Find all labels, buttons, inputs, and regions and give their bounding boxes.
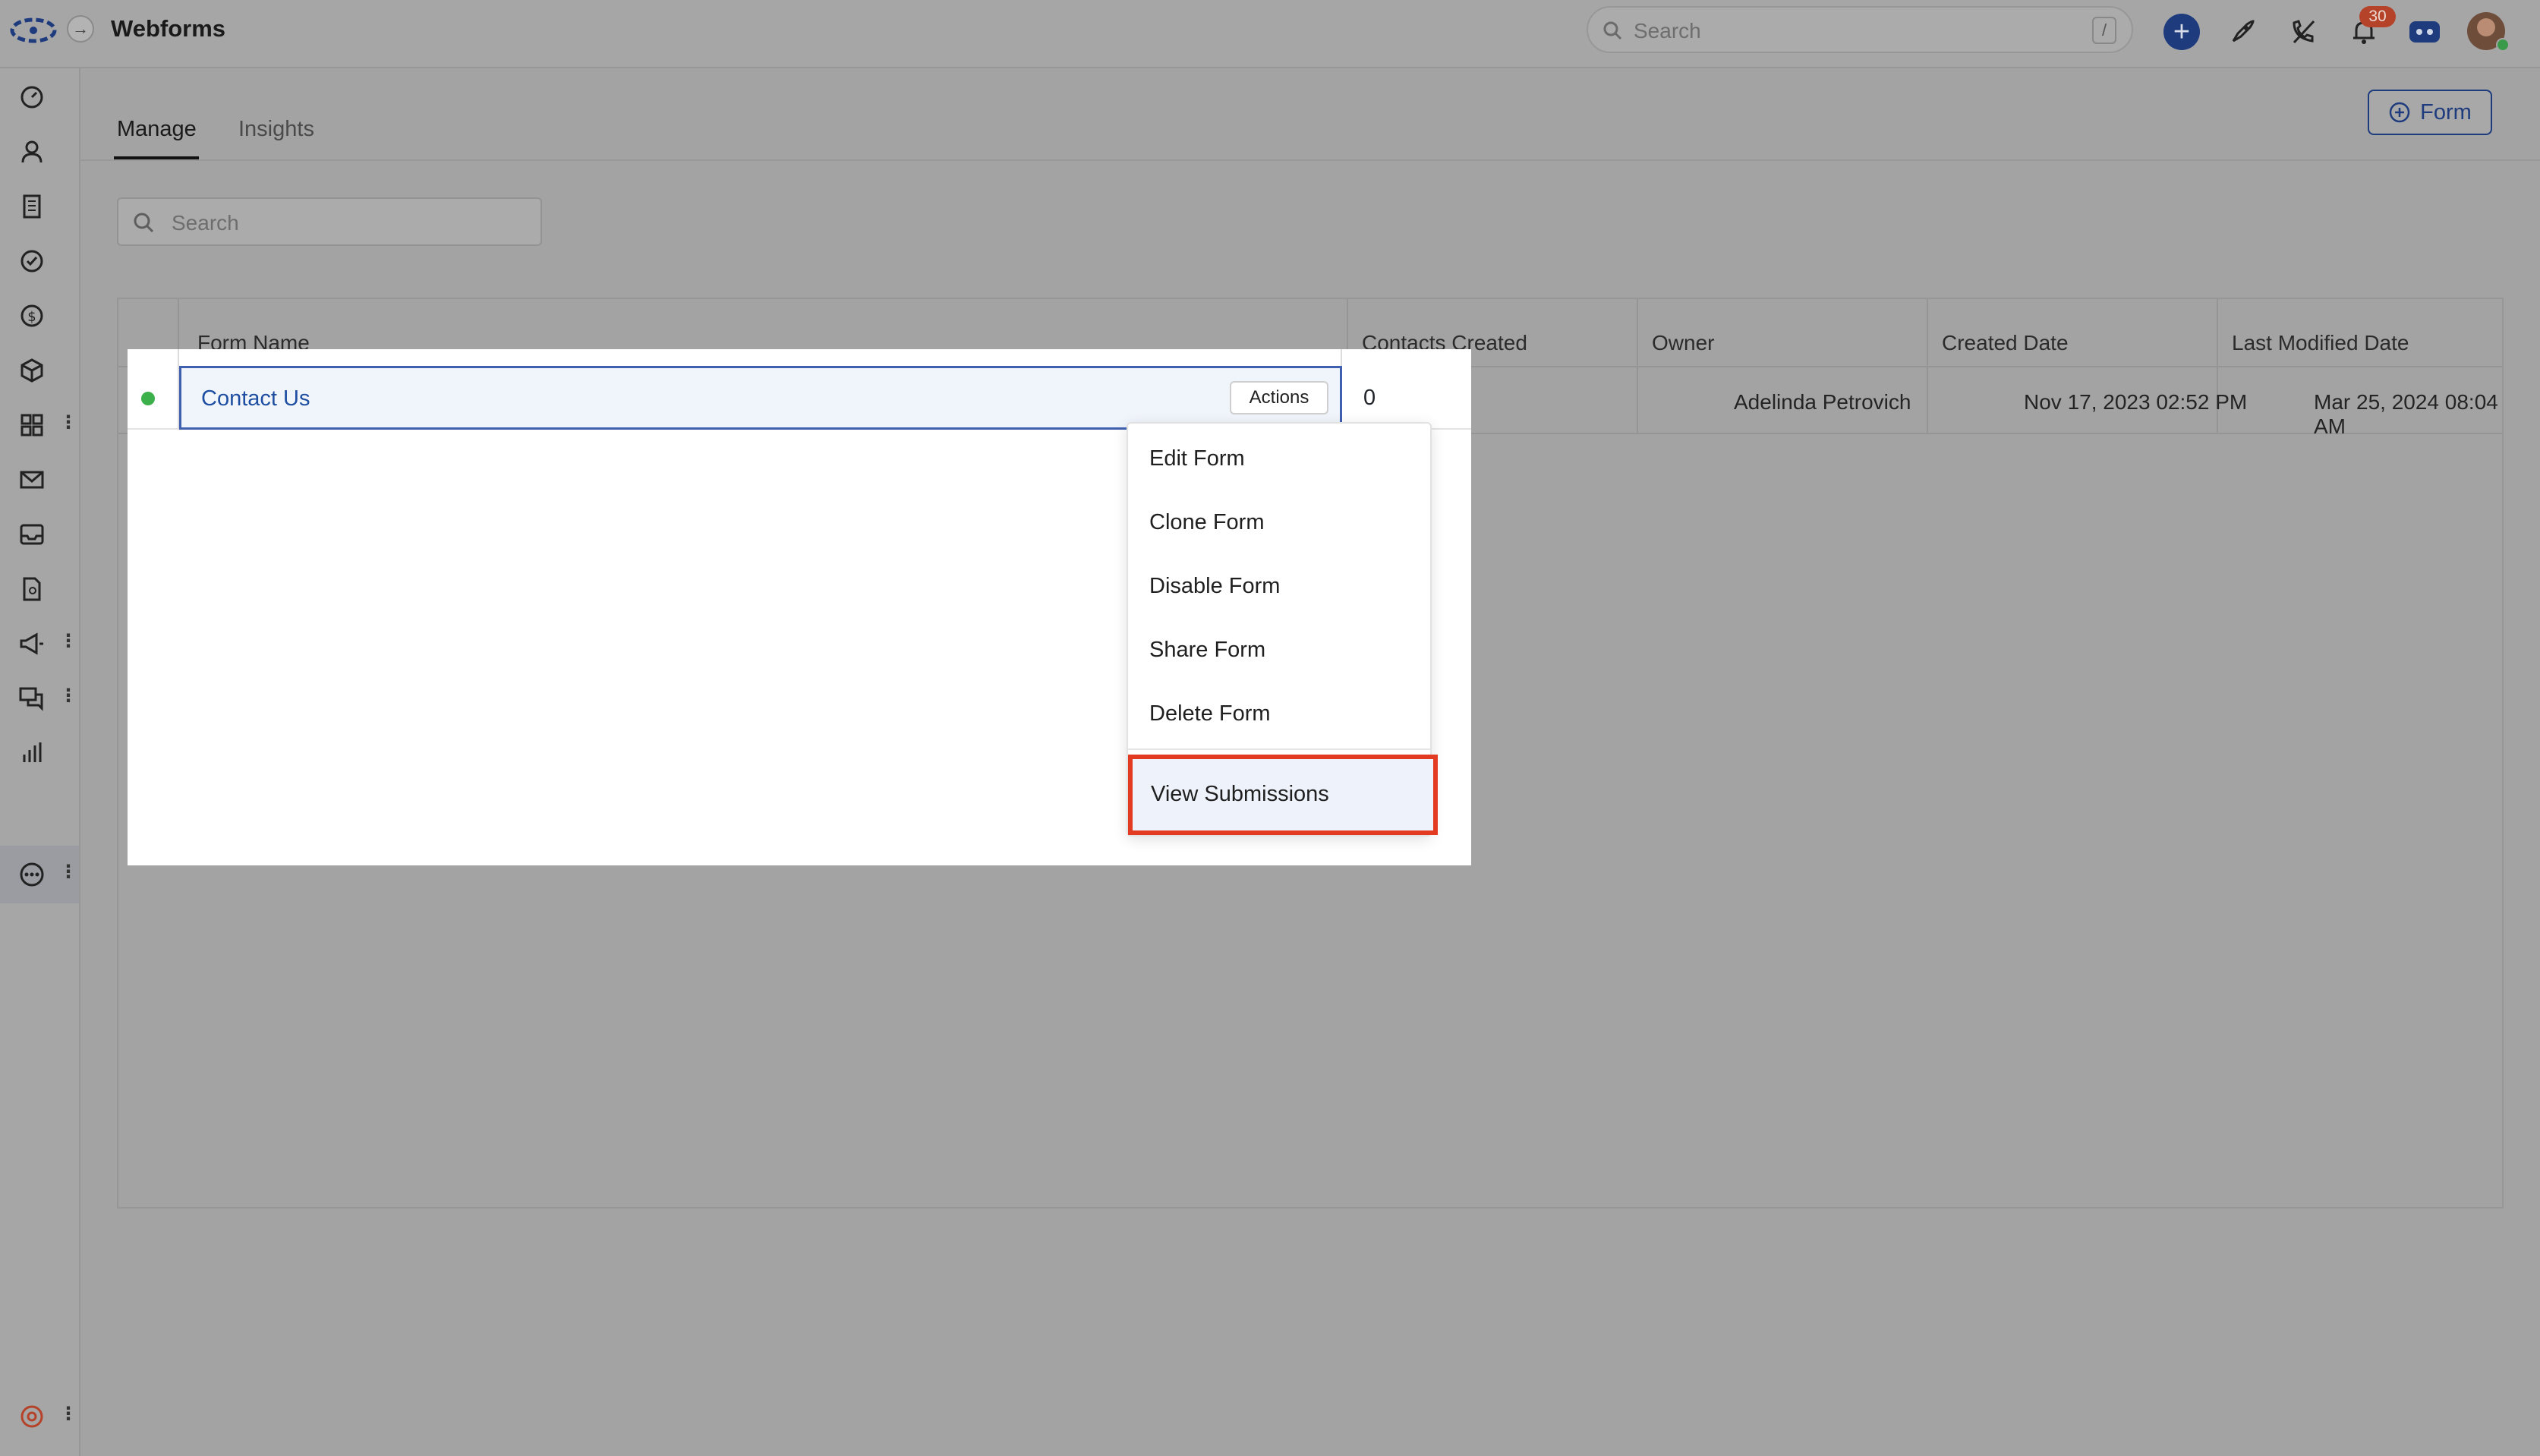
arrow-right-icon: → (72, 19, 89, 38)
new-form-label: Form (2420, 99, 2472, 124)
documents-icon[interactable] (17, 574, 47, 604)
menu-item-disable-form[interactable]: Disable Form (1149, 574, 1280, 599)
campaigns-more-icon[interactable]: ⋮ (59, 630, 77, 653)
expand-sidebar-button[interactable]: → (67, 15, 94, 43)
phone-icon[interactable] (2285, 14, 2321, 50)
campaigns-icon[interactable] (17, 629, 47, 659)
apps-icon[interactable] (17, 410, 47, 440)
top-bar: → Webforms Search / + 30 (0, 0, 2540, 68)
app-logo[interactable] (9, 14, 58, 47)
status-active-dot (141, 392, 155, 405)
column-header-last-modified-date[interactable]: Last Modified Date (2232, 301, 2409, 366)
settings-more-icon[interactable]: ⋮ (59, 1403, 77, 1426)
dashboard-icon[interactable] (17, 82, 47, 112)
chat-more-icon[interactable]: ⋮ (59, 685, 77, 708)
search-icon (1603, 21, 1622, 40)
tasks-icon[interactable] (17, 246, 47, 276)
more-apps-icon[interactable] (17, 859, 47, 890)
menu-divider (1128, 748, 1430, 750)
table-cell-last-modified-date: Mar 25, 2024 08:04 AM (2314, 390, 2498, 438)
rocket-icon[interactable] (2224, 14, 2261, 50)
forms-search-placeholder: Search (172, 211, 239, 235)
sidebar: $ ⋮ ⋮ ⋮ ⋮ ⋮ (0, 68, 80, 1456)
search-placeholder: Search (1634, 19, 1701, 43)
column-header-created-date[interactable]: Created Date (1942, 301, 2069, 366)
menu-item-delete-form[interactable]: Delete Form (1149, 701, 1271, 726)
menu-item-clone-form[interactable]: Clone Form (1149, 510, 1265, 535)
quick-add-button[interactable]: + (2163, 14, 2200, 50)
form-name-link[interactable]: Contact Us (201, 386, 310, 411)
products-icon[interactable] (17, 355, 47, 386)
menu-item-edit-form[interactable]: Edit Form (1149, 446, 1245, 471)
tab-insights[interactable]: Insights (238, 117, 314, 142)
menu-item-share-form[interactable]: Share Form (1149, 638, 1265, 663)
accounts-icon[interactable] (17, 191, 47, 222)
plus-circle-icon (2389, 102, 2410, 123)
deals-icon[interactable]: $ (17, 301, 47, 331)
apps-more-icon[interactable]: ⋮ (59, 411, 77, 434)
search-icon (134, 213, 154, 233)
table-row[interactable]: Contact Us (179, 366, 1342, 430)
plus-icon: + (2173, 16, 2191, 48)
table-cell-owner: Adelinda Petrovich (1734, 390, 1911, 414)
menu-item-view-submissions[interactable]: View Submissions (1128, 755, 1438, 835)
forms-search-input[interactable]: Search (117, 197, 542, 246)
table-cell-created-date: Nov 17, 2023 02:52 PM (2024, 390, 2248, 414)
inbox-icon[interactable] (17, 519, 47, 550)
online-status-dot (2496, 38, 2510, 52)
svg-text:$: $ (27, 309, 36, 325)
tabs-divider (80, 159, 2540, 161)
notification-count-badge: 30 (2359, 6, 2396, 27)
table-cell-contacts-created: 0 (1363, 386, 1376, 410)
actions-button[interactable]: Actions (1230, 381, 1328, 414)
chat-icon[interactable] (17, 683, 47, 714)
column-header-owner[interactable]: Owner (1652, 301, 1714, 366)
email-icon[interactable] (17, 465, 47, 495)
view-submissions-label: View Submissions (1151, 782, 1329, 806)
new-form-button[interactable]: Form (2368, 90, 2492, 135)
page-title: Webforms (111, 15, 226, 42)
search-shortcut-hint: / (2092, 17, 2116, 44)
assistant-bot-icon[interactable] (2406, 14, 2443, 50)
tab-manage[interactable]: Manage (117, 117, 197, 142)
global-search-input[interactable]: Search / (1587, 6, 2133, 53)
contacts-icon[interactable] (17, 137, 47, 167)
more-apps-menu-icon[interactable]: ⋮ (59, 861, 77, 884)
settings-lifebuoy-icon[interactable] (17, 1401, 47, 1432)
reports-icon[interactable] (17, 738, 47, 768)
